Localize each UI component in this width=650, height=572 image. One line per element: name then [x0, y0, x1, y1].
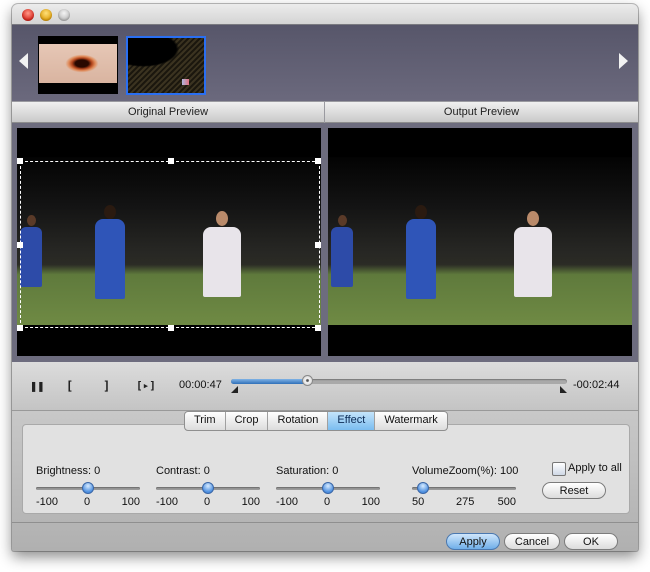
effect-panel: Brightness: 0 -100 0 100 Contrast: 0 -10…: [22, 424, 630, 514]
crop-handle-bottom-right[interactable]: [315, 325, 321, 331]
crop-selection-box[interactable]: [17, 158, 321, 331]
clip-thumbnail-lips[interactable]: [38, 36, 118, 94]
lips-thumbnail-image: [39, 44, 117, 83]
zoom-window-button[interactable]: [58, 9, 70, 21]
timeline-seek-bar[interactable]: [231, 375, 567, 386]
footer-divider: [12, 522, 638, 523]
player-figure: [331, 215, 353, 287]
cancel-button[interactable]: Cancel: [504, 533, 560, 550]
apply-to-all-label: Apply to all: [568, 462, 622, 474]
edit-tabs: Trim Crop Rotation Effect Watermark: [184, 411, 448, 431]
saturation-slider-knob[interactable]: [322, 482, 334, 494]
trim-end-marker[interactable]: [560, 386, 567, 393]
crop-handle-bottom[interactable]: [168, 325, 174, 331]
brightness-label: Brightness: 0: [36, 465, 101, 477]
output-preview-header: Output Preview: [325, 102, 638, 123]
tab-crop[interactable]: Crop: [226, 412, 269, 430]
triangle-right-icon[interactable]: [619, 53, 628, 69]
stadium-thumbnail-image: [128, 38, 204, 93]
tick-label: 0: [84, 496, 91, 508]
trim-start-marker[interactable]: [231, 386, 238, 393]
elapsed-time: 00:00:47: [179, 379, 222, 391]
minimize-window-button[interactable]: [40, 9, 52, 21]
crop-handle-bottom-left[interactable]: [17, 325, 23, 331]
tab-rotation[interactable]: Rotation: [268, 412, 329, 430]
apply-button[interactable]: Apply: [446, 533, 500, 550]
apply-to-all-checkbox[interactable]: [552, 462, 566, 476]
pause-button[interactable]: ❚❚: [30, 379, 44, 393]
preview-area: [12, 123, 638, 362]
reset-button[interactable]: Reset: [542, 482, 606, 499]
timeline-progress-fill: [231, 379, 309, 384]
close-window-button[interactable]: [22, 9, 34, 21]
crop-handle-left[interactable]: [17, 242, 23, 248]
tick-label: 0: [324, 496, 331, 508]
output-preview-pane: [328, 128, 632, 356]
output-video-frame: [328, 157, 632, 325]
crop-handle-top[interactable]: [168, 158, 174, 164]
tick-label: -100: [276, 496, 299, 508]
saturation-label: Saturation: 0: [276, 465, 339, 477]
original-preview-pane: [17, 128, 321, 356]
play-selection-button[interactable]: [▸]: [136, 379, 156, 393]
player-figure: [514, 211, 552, 297]
brightness-slider-knob[interactable]: [82, 482, 94, 494]
player-figure: [406, 205, 436, 299]
crop-handle-top-left[interactable]: [17, 158, 23, 164]
contrast-slider-knob[interactable]: [202, 482, 214, 494]
title-bar: [12, 4, 638, 25]
timeline-playhead[interactable]: [302, 375, 314, 386]
tick-label: 100: [241, 496, 260, 508]
tick-label: -100: [156, 496, 179, 508]
playback-controls: ❚❚ [ ] [▸] 00:00:47 -00:02:44: [12, 362, 638, 411]
tick-label: 0: [204, 496, 211, 508]
volume-zoom-label: VolumeZoom(%): 100: [412, 465, 519, 477]
triangle-left-icon[interactable]: [19, 53, 28, 69]
video-editor-window: Original Preview Output Preview ❚❚ [] […: [12, 4, 638, 551]
tab-watermark[interactable]: Watermark: [375, 412, 446, 430]
tick-label: 500: [497, 496, 516, 508]
tick-label: 100: [361, 496, 380, 508]
settings-area: Trim Crop Rotation Effect Watermark Brig…: [12, 411, 638, 551]
crop-handle-top-right[interactable]: [315, 158, 321, 164]
contrast-label: Contrast: 0: [156, 465, 210, 477]
remaining-time: -00:02:44: [573, 379, 620, 391]
tick-label: 275: [456, 496, 475, 508]
tick-label: 100: [121, 496, 140, 508]
flag-icon: [182, 79, 189, 85]
mark-out-button[interactable]: ]: [103, 379, 110, 393]
tab-trim[interactable]: Trim: [185, 412, 226, 430]
volume-zoom-slider[interactable]: [412, 482, 516, 494]
volume-zoom-slider-knob[interactable]: [417, 482, 430, 494]
clip-thumbnail-stadium-selected[interactable]: [126, 36, 206, 95]
saturation-slider[interactable]: [276, 482, 380, 494]
tick-label: -100: [36, 496, 59, 508]
contrast-slider[interactable]: [156, 482, 260, 494]
crop-handle-right[interactable]: [315, 242, 321, 248]
brightness-slider[interactable]: [36, 482, 140, 494]
original-preview-header: Original Preview: [12, 102, 324, 123]
tick-label: 50: [412, 496, 425, 508]
ok-button[interactable]: OK: [564, 533, 618, 550]
clip-thumbnail-strip: [12, 25, 638, 101]
tab-effect[interactable]: Effect: [328, 412, 376, 430]
mark-in-button[interactable]: [: [66, 379, 73, 393]
